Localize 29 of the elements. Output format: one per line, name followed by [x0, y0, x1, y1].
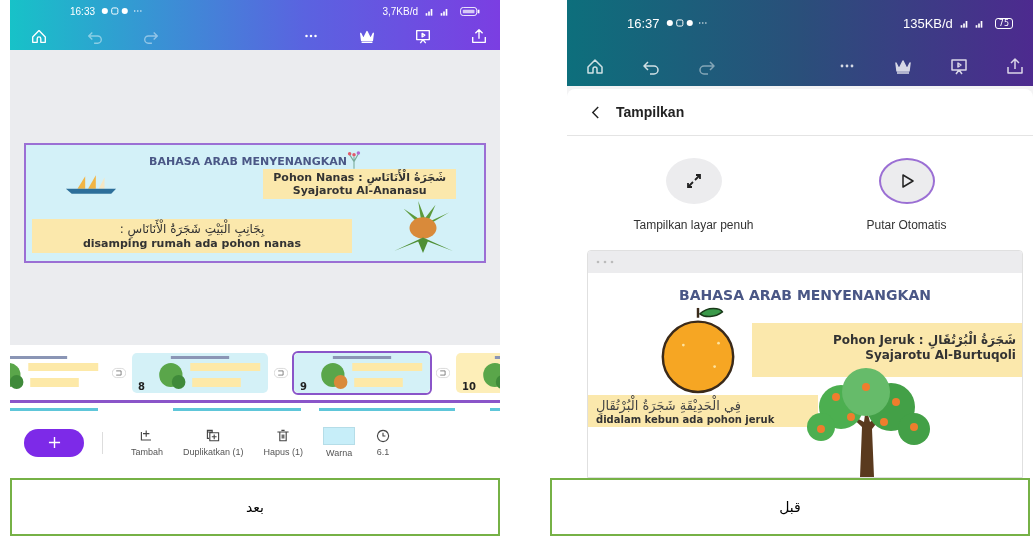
delete-tool-button[interactable]: Hapus (1) [253, 428, 314, 457]
panel-title: Tampilkan [616, 104, 685, 120]
slide-title: BAHASA ARAB MENYENANGKAN [149, 154, 347, 168]
caption-box: بعد [10, 478, 500, 536]
slide-term: Pohon Jeruk : شَجَرَةُ الْبُرْتُقَالِ [833, 333, 1016, 348]
option-label: Putar Otomatis [866, 218, 947, 232]
option-label: Tampilkan layar penuh [633, 218, 754, 232]
network-speed: 3,7KB/d [382, 5, 418, 17]
slide-number: 8 [138, 380, 145, 392]
timer-tool-button[interactable]: 6.1 [365, 428, 402, 457]
caption-box: قبل [550, 478, 1030, 536]
slide-thumbnail[interactable]: 10 [454, 350, 500, 395]
slide-sentence: didalam kebun ada pohon jeruk [596, 414, 775, 425]
status-time: 16:37 [627, 15, 660, 31]
add-tool-button[interactable]: Tambah [121, 428, 174, 457]
slide-number: 10 [462, 380, 476, 392]
status-time: 16:33 [70, 5, 96, 17]
color-tool-button[interactable]: Warna [313, 427, 366, 458]
slide-thumbnail[interactable]: 8 [130, 350, 270, 395]
duplicate-tool-button[interactable]: Duplikatkan (1) [173, 428, 254, 457]
arabic-sentence: فِي الْحَدِيْقَةِ شَجَرَةُ الْبُرْتُقَالِ [596, 397, 741, 414]
arabic-sentence: بِجَانِبِ الْبَيْتِ شَجَرَةُ الْأَنَانَاسِ : [119, 221, 265, 237]
slide-thumbnail[interactable]: 9 [292, 350, 432, 395]
slide-number: 9 [300, 380, 307, 392]
network-speed: 135KB/d [902, 15, 953, 31]
slide-title: BAHASA ARAB MENYENANGKAN [679, 287, 931, 303]
slide-term: Pohon Nanas : شَجَرَةُ الْأَنَانَاسِ [273, 170, 446, 184]
battery-indicator: 75 [994, 17, 1013, 29]
slide-transliteration: Syajarotu Al-Burtuqoli [865, 348, 1016, 363]
